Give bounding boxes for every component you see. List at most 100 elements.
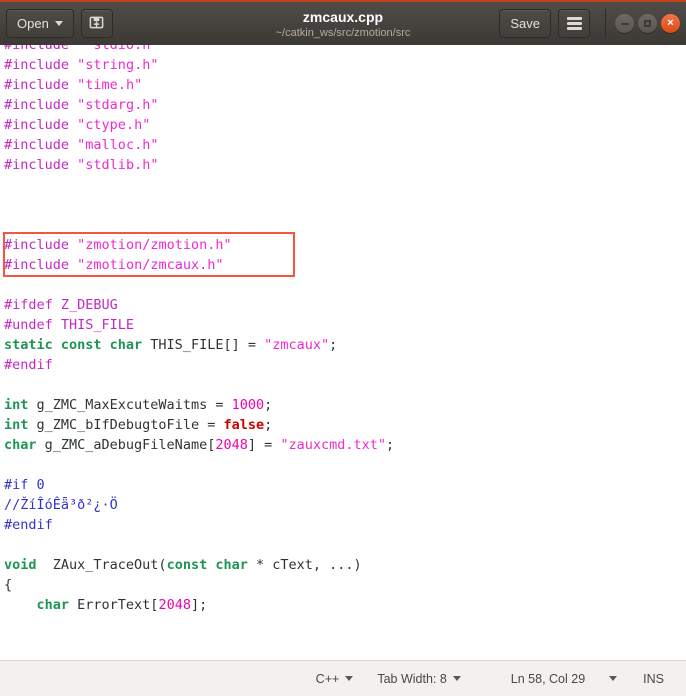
- code-token: #include: [4, 257, 70, 273]
- code-token: "stdio.h": [85, 45, 159, 53]
- code-token: ];: [190, 597, 208, 613]
- code-token: "zauxcmd.txt": [280, 437, 387, 453]
- code-token: "time.h": [77, 77, 143, 93]
- code-line: #ifdef Z_DEBUG: [4, 295, 686, 315]
- code-token: static const char: [4, 337, 143, 353]
- tab-width-selector[interactable]: Tab Width: 8: [365, 672, 472, 686]
- close-button[interactable]: ×: [661, 14, 680, 33]
- code-token: #include: [4, 77, 70, 93]
- code-line: #include "stdio.h": [4, 45, 686, 55]
- gedit-window: Open zmcaux.cpp ~/catkin_ws/src/zmotion/…: [0, 0, 686, 696]
- open-button[interactable]: Open: [6, 9, 74, 38]
- code-token: char: [36, 597, 70, 613]
- code-editor-area[interactable]: #include "stdio.h" #include "string.h" #in…: [0, 45, 686, 660]
- code-token: int: [4, 397, 29, 413]
- code-token: {: [4, 577, 13, 593]
- code-token: ErrorText[: [69, 597, 159, 613]
- code-token: #include: [4, 137, 70, 153]
- save-button[interactable]: Save: [499, 9, 551, 38]
- code-line: static const char THIS_FILE[] = "zmcaux"…: [4, 335, 686, 355]
- insert-mode-label: INS: [643, 671, 664, 686]
- open-button-label: Open: [17, 16, 49, 31]
- code-token: ] =: [247, 437, 281, 453]
- code-token: g_ZMC_aDebugFileName[: [36, 437, 216, 453]
- code-token: int: [4, 417, 29, 433]
- code-token: 2048: [158, 597, 191, 613]
- code-token: "stdarg.h": [77, 97, 159, 113]
- language-selector[interactable]: C++: [304, 672, 366, 686]
- minimize-button[interactable]: [615, 14, 634, 33]
- code-token: 2048: [215, 437, 248, 453]
- page-title: zmcaux.cpp: [302, 9, 384, 25]
- code-line: #undef THIS_FILE: [4, 315, 686, 335]
- code-token: g_ZMC_MaxExcuteWaitms =: [28, 397, 232, 413]
- code-token: #include: [4, 45, 70, 53]
- chevron-down-icon: [452, 676, 461, 681]
- code-line: #include "ctype.h": [4, 115, 686, 135]
- titlebar-right-controls: Save ×: [499, 9, 680, 38]
- code-line: #include "stdarg.h": [4, 95, 686, 115]
- code-token: #ifdef Z_DEBUG: [4, 297, 118, 313]
- code-token: #if 0: [4, 477, 45, 493]
- code-token: "malloc.h": [77, 137, 159, 153]
- code-line: {: [4, 575, 686, 595]
- menu-button[interactable]: [558, 9, 590, 38]
- code-token: "ctype.h": [77, 117, 151, 133]
- code-token: "zmotion/zmcaux.h": [77, 257, 224, 273]
- maximize-button[interactable]: [638, 14, 657, 33]
- titlebar-left-controls: Open: [6, 9, 113, 38]
- code-token: ;: [386, 437, 395, 453]
- code-token: * cText, ...): [247, 557, 362, 573]
- code-token: "zmotion/zmotion.h": [77, 237, 232, 253]
- code-token: #include: [4, 97, 70, 113]
- cursor-position-label: Ln 58, Col 29: [510, 671, 586, 686]
- code-token: #endif: [4, 357, 53, 373]
- code-token: #include: [4, 117, 70, 133]
- code-line: #if 0: [4, 475, 686, 495]
- code-line: //ŽíÎóÊǟ³ð²¿·Ö: [4, 495, 686, 515]
- code-token: g_ZMC_bIfDebugtoFile =: [28, 417, 224, 433]
- language-label: C++: [315, 671, 340, 686]
- code-line: #endif: [4, 515, 686, 535]
- code-line: int g_ZMC_bIfDebugtoFile = false;: [4, 415, 686, 435]
- code-line: char ErrorText[2048];: [4, 595, 686, 615]
- new-document-icon: [89, 15, 104, 33]
- code-line: #include "zmotion/zmcaux.h": [4, 255, 686, 275]
- file-path-subtitle: ~/catkin_ws/src/zmotion/src: [275, 27, 411, 39]
- code-token: ZAux_TraceOut(: [36, 557, 167, 573]
- code-line: void ZAux_TraceOut(const char * cText, .…: [4, 555, 686, 575]
- chevron-down-icon: [609, 676, 618, 681]
- code-line: #include "stdlib.h": [4, 155, 686, 175]
- window-controls: ×: [605, 9, 680, 38]
- statusbar: C++ Tab Width: 8 Ln 58, Col 29 INS: [0, 660, 686, 696]
- close-icon: ×: [667, 17, 674, 29]
- code-token: "stdlib.h": [77, 157, 159, 173]
- code-line: int g_ZMC_MaxExcuteWaitms = 1000;: [4, 395, 686, 415]
- code-token: THIS_FILE[] =: [142, 337, 265, 353]
- maximize-icon: [644, 20, 651, 27]
- code-text[interactable]: #include "stdio.h" #include "string.h" #in…: [0, 45, 686, 615]
- code-token: "string.h": [77, 57, 159, 73]
- code-token: ;: [329, 337, 338, 353]
- position-dropdown[interactable]: [597, 676, 629, 681]
- code-token: //ŽíÎóÊǟ³ð²¿·Ö: [4, 497, 118, 513]
- code-line: #include "zmotion/zmotion.h": [4, 235, 686, 255]
- save-button-label: Save: [510, 16, 540, 31]
- code-line: #include "string.h": [4, 55, 686, 75]
- new-document-button[interactable]: [80, 9, 113, 38]
- code-token: #include: [4, 157, 70, 173]
- tab-width-label: Tab Width: 8: [377, 671, 447, 686]
